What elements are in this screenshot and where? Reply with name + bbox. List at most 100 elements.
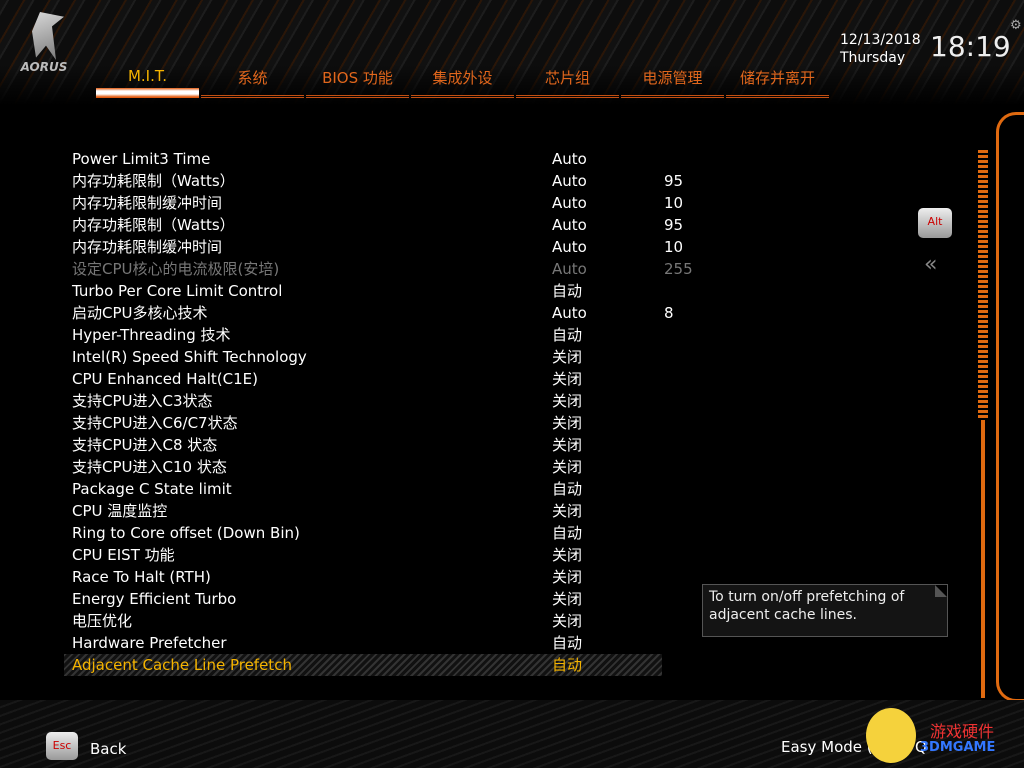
setting-value[interactable]: 关闭	[552, 346, 582, 368]
setting-label: 支持CPU进入C3状态	[72, 392, 213, 410]
date-display: 12/13/2018 Thursday	[840, 31, 921, 67]
setting-label: 启动CPU多核心技术	[72, 304, 208, 322]
setting-number[interactable]: 255	[664, 258, 693, 280]
side-panel-frame[interactable]	[996, 112, 1024, 702]
setting-row[interactable]: 支持CPU进入C8 状态 关闭	[72, 434, 662, 456]
setting-row[interactable]: 内存功耗限制缓冲时间 Auto 10	[72, 192, 683, 214]
setting-row[interactable]: Turbo Per Core Limit Control 自动	[72, 280, 662, 302]
setting-value[interactable]: 自动	[552, 324, 582, 346]
date: 12/13/2018	[840, 32, 921, 48]
setting-label: Power Limit3 Time	[72, 150, 211, 168]
setting-label: 内存功耗限制（Watts）	[72, 216, 235, 234]
setting-label: CPU 温度监控	[72, 502, 168, 520]
tab-peripherals[interactable]: 集成外设	[411, 66, 514, 98]
setting-row[interactable]: 支持CPU进入C6/C7状态 关闭	[72, 412, 662, 434]
setting-row[interactable]: Race To Halt (RTH) 关闭	[72, 566, 662, 588]
setting-row[interactable]: Ring to Core offset (Down Bin) 自动	[72, 522, 662, 544]
setting-number[interactable]: 95	[664, 170, 683, 192]
main-tabs: M.I.T. 系统 BIOS 功能 集成外设 芯片组 电源管理 储存并离开	[96, 66, 831, 98]
setting-value[interactable]: 关闭	[552, 390, 582, 412]
setting-row[interactable]: Hardware Prefetcher 自动	[72, 632, 662, 654]
setting-number[interactable]: 10	[664, 236, 683, 258]
setting-value[interactable]: Auto	[552, 170, 587, 192]
setting-label: 内存功耗限制（Watts）	[72, 172, 235, 190]
setting-label: 内存功耗限制缓冲时间	[72, 238, 223, 256]
setting-label: 内存功耗限制缓冲时间	[72, 194, 223, 212]
setting-value[interactable]: 关闭	[552, 544, 582, 566]
setting-row[interactable]: Adjacent Cache Line Prefetch 自动	[64, 654, 662, 676]
watermark-en: 3DMGAME	[920, 740, 996, 755]
setting-row[interactable]: 启动CPU多核心技术 Auto 8	[72, 302, 674, 324]
setting-value[interactable]: Auto	[552, 148, 587, 170]
setting-row[interactable]: Power Limit3 Time Auto	[72, 148, 662, 170]
setting-row[interactable]: Energy Efficient Turbo 关闭	[72, 588, 662, 610]
setting-value[interactable]: Auto	[552, 236, 587, 258]
setting-label: Hyper-Threading 技术	[72, 326, 231, 344]
setting-row[interactable]: 支持CPU进入C3状态 关闭	[72, 390, 662, 412]
collapse-chevron-icon[interactable]: «	[924, 252, 937, 277]
setting-value[interactable]: Auto	[552, 214, 587, 236]
setting-label: Turbo Per Core Limit Control	[72, 282, 283, 300]
setting-label: 支持CPU进入C8 状态	[72, 436, 218, 454]
tab-chipset[interactable]: 芯片组	[516, 66, 619, 98]
setting-row[interactable]: CPU EIST 功能 关闭	[72, 544, 662, 566]
setting-value[interactable]: 关闭	[552, 412, 582, 434]
scrollbar[interactable]	[977, 150, 989, 698]
tab-save-exit[interactable]: 储存并离开	[726, 66, 829, 98]
setting-value[interactable]: 关闭	[552, 500, 582, 522]
setting-label: Race To Halt (RTH)	[72, 568, 211, 586]
setting-row[interactable]: 支持CPU进入C10 状态 关闭	[72, 456, 662, 478]
setting-row[interactable]: Hyper-Threading 技术 自动	[72, 324, 662, 346]
setting-number[interactable]: 10	[664, 192, 683, 214]
setting-row[interactable]: 设定CPU核心的电流极限(安培) Auto 255	[72, 258, 693, 280]
back-label[interactable]: Back	[90, 740, 126, 758]
setting-row[interactable]: CPU Enhanced Halt(C1E) 关闭	[72, 368, 662, 390]
watermark-mascot-icon	[866, 708, 916, 763]
scrollbar-thumb[interactable]	[978, 150, 988, 420]
setting-value[interactable]: 自动	[552, 654, 582, 676]
setting-row[interactable]: 电压优化 关闭	[72, 610, 662, 632]
setting-label: Energy Efficient Turbo	[72, 590, 237, 608]
setting-value[interactable]: 自动	[552, 280, 582, 302]
setting-value[interactable]: 自动	[552, 632, 582, 654]
setting-label: 设定CPU核心的电流极限(安培)	[72, 260, 280, 278]
setting-value[interactable]: 关闭	[552, 566, 582, 588]
aorus-logo: AORUS	[12, 12, 76, 74]
setting-label: Hardware Prefetcher	[72, 634, 227, 652]
setting-row[interactable]: Package C State limit 自动	[72, 478, 662, 500]
setting-value[interactable]: Auto	[552, 302, 587, 324]
setting-value[interactable]: 关闭	[552, 588, 582, 610]
setting-value[interactable]: 关闭	[552, 610, 582, 632]
tab-mit[interactable]: M.I.T.	[96, 66, 199, 98]
tab-system[interactable]: 系统	[201, 66, 304, 98]
alt-key-button[interactable]: Alt	[918, 208, 952, 238]
setting-value[interactable]: 关闭	[552, 368, 582, 390]
setting-value[interactable]: Auto	[552, 192, 587, 214]
setting-label: CPU EIST 功能	[72, 546, 175, 564]
gear-icon[interactable]: ⚙	[1010, 18, 1022, 33]
tab-power[interactable]: 电源管理	[621, 66, 724, 98]
setting-label: Adjacent Cache Line Prefetch	[72, 656, 292, 674]
setting-row[interactable]: 内存功耗限制缓冲时间 Auto 10	[72, 236, 683, 258]
watermark-cn: 游戏硬件	[930, 722, 995, 741]
setting-number[interactable]: 95	[664, 214, 683, 236]
esc-key-button[interactable]: Esc	[46, 732, 78, 760]
setting-value[interactable]: 自动	[552, 478, 582, 500]
settings-list: Power Limit3 Time Auto 内存功耗限制（Watts） Auto 95…	[64, 148, 693, 676]
setting-row[interactable]: Intel(R) Speed Shift Technology 关闭	[72, 346, 662, 368]
setting-label: 电压优化	[72, 612, 133, 630]
setting-label: Intel(R) Speed Shift Technology	[72, 348, 307, 366]
logo-text: AORUS	[20, 60, 68, 74]
setting-value[interactable]: Auto	[552, 258, 587, 280]
setting-value[interactable]: 关闭	[552, 456, 582, 478]
setting-row[interactable]: 内存功耗限制（Watts） Auto 95	[72, 214, 683, 236]
tab-bios-features[interactable]: BIOS 功能	[306, 66, 409, 98]
setting-label: 支持CPU进入C10 状态	[72, 458, 227, 476]
setting-label: Package C State limit	[72, 480, 232, 498]
setting-value[interactable]: 关闭	[552, 434, 582, 456]
setting-number[interactable]: 8	[664, 302, 674, 324]
setting-row[interactable]: CPU 温度监控 关闭	[72, 500, 662, 522]
setting-value[interactable]: 自动	[552, 522, 582, 544]
setting-row[interactable]: 内存功耗限制（Watts） Auto 95	[72, 170, 683, 192]
easy-mode-button[interactable]: Easy Mode (	[781, 738, 873, 756]
